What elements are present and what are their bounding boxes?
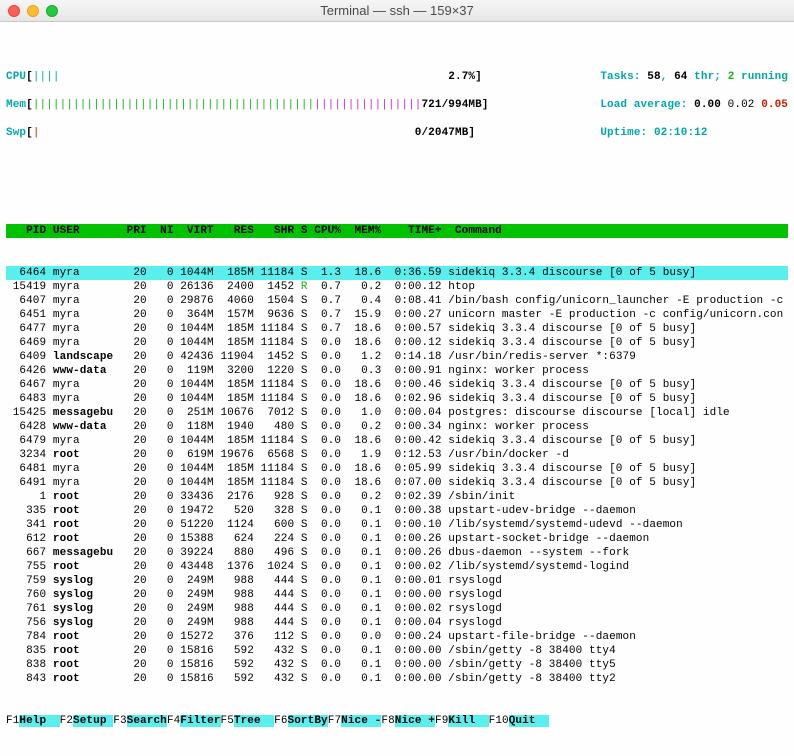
column-header[interactable]: PID USER PRI NI VIRT RES SHR S CPU% MEM%… <box>6 224 788 238</box>
process-row[interactable]: 6407 myra 20 0 29876 4060 1504 S 0.7 0.4… <box>6 294 788 308</box>
process-row[interactable]: 15425 messagebu 20 0 251M 10676 7012 S 0… <box>6 406 788 420</box>
fnkey-label[interactable]: Search <box>127 715 167 727</box>
titlebar: Terminal — ssh — 159×37 <box>0 0 794 22</box>
process-row[interactable]: 6477 myra 20 0 1044M 185M 11184 S 0.7 18… <box>6 322 788 336</box>
process-row[interactable]: 759 syslog 20 0 249M 988 444 S 0.0 0.1 0… <box>6 574 788 588</box>
process-row[interactable]: 843 root 20 0 15816 592 432 S 0.0 0.1 0:… <box>6 672 788 686</box>
process-row[interactable]: 3234 root 20 0 619M 19676 6568 S 0.0 1.9… <box>6 448 788 462</box>
meters-block: CPU[|||| 2.7%] Mem[|||||||||||||||||||||… <box>6 56 788 154</box>
process-row[interactable]: 6426 www-data 20 0 119M 3200 1220 S 0.0 … <box>6 364 788 378</box>
mem-meter: Mem[||||||||||||||||||||||||||||||||||||… <box>6 98 489 112</box>
process-row[interactable]: 667 messagebu 20 0 39224 880 496 S 0.0 0… <box>6 546 788 560</box>
fnkey[interactable]: F7 <box>328 715 341 727</box>
uptime-line: Uptime: 02:10:12 <box>600 126 788 140</box>
process-row[interactable]: 335 root 20 0 19472 520 328 S 0.0 0.1 0:… <box>6 504 788 518</box>
fnkey-label[interactable]: Nice - <box>341 715 381 727</box>
process-row[interactable]: 6467 myra 20 0 1044M 185M 11184 S 0.0 18… <box>6 378 788 392</box>
fnkey-label[interactable]: Kill <box>448 715 488 727</box>
process-row[interactable]: 760 syslog 20 0 249M 988 444 S 0.0 0.1 0… <box>6 588 788 602</box>
process-row[interactable]: 612 root 20 0 15388 624 224 S 0.0 0.1 0:… <box>6 532 788 546</box>
process-table: 6464 myra 20 0 1044M 185M 11184 S 1.3 18… <box>6 266 788 686</box>
fnkey[interactable]: F8 <box>381 715 394 727</box>
fnkey-bar: F1Help F2Setup F3SearchF4FilterF5Tree F6… <box>6 714 788 728</box>
process-row[interactable]: 6481 myra 20 0 1044M 185M 11184 S 0.0 18… <box>6 462 788 476</box>
fnkey[interactable]: F4 <box>167 715 180 727</box>
process-row[interactable]: 784 root 20 0 15272 376 112 S 0.0 0.0 0:… <box>6 630 788 644</box>
load-line: Load average: 0.00 0.02 0.05 <box>600 98 788 112</box>
process-row[interactable]: 6464 myra 20 0 1044M 185M 11184 S 1.3 18… <box>6 266 788 280</box>
terminal[interactable]: CPU[|||| 2.7%] Mem[|||||||||||||||||||||… <box>0 22 794 756</box>
process-row[interactable]: 6491 myra 20 0 1044M 185M 11184 S 0.0 18… <box>6 476 788 490</box>
fnkey-label[interactable]: Setup <box>73 715 113 727</box>
fnkey-label[interactable]: Nice + <box>395 715 435 727</box>
cpu-meter: CPU[|||| 2.7%] <box>6 70 489 84</box>
fnkey[interactable]: F10 <box>489 715 509 727</box>
fnkey-label[interactable]: Help <box>19 715 59 727</box>
fnkey-label[interactable]: Tree <box>234 715 274 727</box>
process-row[interactable]: 1 root 20 0 33436 2176 928 S 0.0 0.2 0:0… <box>6 490 788 504</box>
fnkey-label[interactable]: SortBy <box>288 715 328 727</box>
process-row[interactable]: 6469 myra 20 0 1044M 185M 11184 S 0.0 18… <box>6 336 788 350</box>
process-row[interactable]: 6483 myra 20 0 1044M 185M 11184 S 0.0 18… <box>6 392 788 406</box>
process-row[interactable]: 6451 myra 20 0 364M 157M 9636 S 0.7 15.9… <box>6 308 788 322</box>
process-row[interactable]: 835 root 20 0 15816 592 432 S 0.0 0.1 0:… <box>6 644 788 658</box>
window-title: Terminal — ssh — 159×37 <box>0 4 794 18</box>
fnkey[interactable]: F5 <box>221 715 234 727</box>
fnkey[interactable]: F6 <box>274 715 287 727</box>
process-row[interactable]: 838 root 20 0 15816 592 432 S 0.0 0.1 0:… <box>6 658 788 672</box>
fnkey[interactable]: F9 <box>435 715 448 727</box>
process-row[interactable]: 6409 landscape 20 0 42436 11904 1452 S 0… <box>6 350 788 364</box>
fnkey[interactable]: F1 <box>6 715 19 727</box>
process-row[interactable]: 756 syslog 20 0 249M 988 444 S 0.0 0.1 0… <box>6 616 788 630</box>
process-row[interactable]: 15419 myra 20 0 26136 2400 1452 R 0.7 0.… <box>6 280 788 294</box>
meters-left: CPU[|||| 2.7%] Mem[|||||||||||||||||||||… <box>6 56 489 154</box>
tasks-line: Tasks: 58, 64 thr; 2 running <box>600 70 788 84</box>
fnkey[interactable]: F3 <box>113 715 126 727</box>
swp-meter: Swp[| 0/2047MB] <box>6 126 489 140</box>
process-row[interactable]: 761 syslog 20 0 249M 988 444 S 0.0 0.1 0… <box>6 602 788 616</box>
meters-right: Tasks: 58, 64 thr; 2 running Load averag… <box>600 56 788 154</box>
process-row[interactable]: 6428 www-data 20 0 118M 1940 480 S 0.0 0… <box>6 420 788 434</box>
process-row[interactable]: 755 root 20 0 43448 1376 1024 S 0.0 0.1 … <box>6 560 788 574</box>
fnkey-label[interactable]: Quit <box>509 715 549 727</box>
process-row[interactable]: 341 root 20 0 51220 1124 600 S 0.0 0.1 0… <box>6 518 788 532</box>
fnkey-label[interactable]: Filter <box>180 715 220 727</box>
fnkey[interactable]: F2 <box>60 715 73 727</box>
process-row[interactable]: 6479 myra 20 0 1044M 185M 11184 S 0.0 18… <box>6 434 788 448</box>
